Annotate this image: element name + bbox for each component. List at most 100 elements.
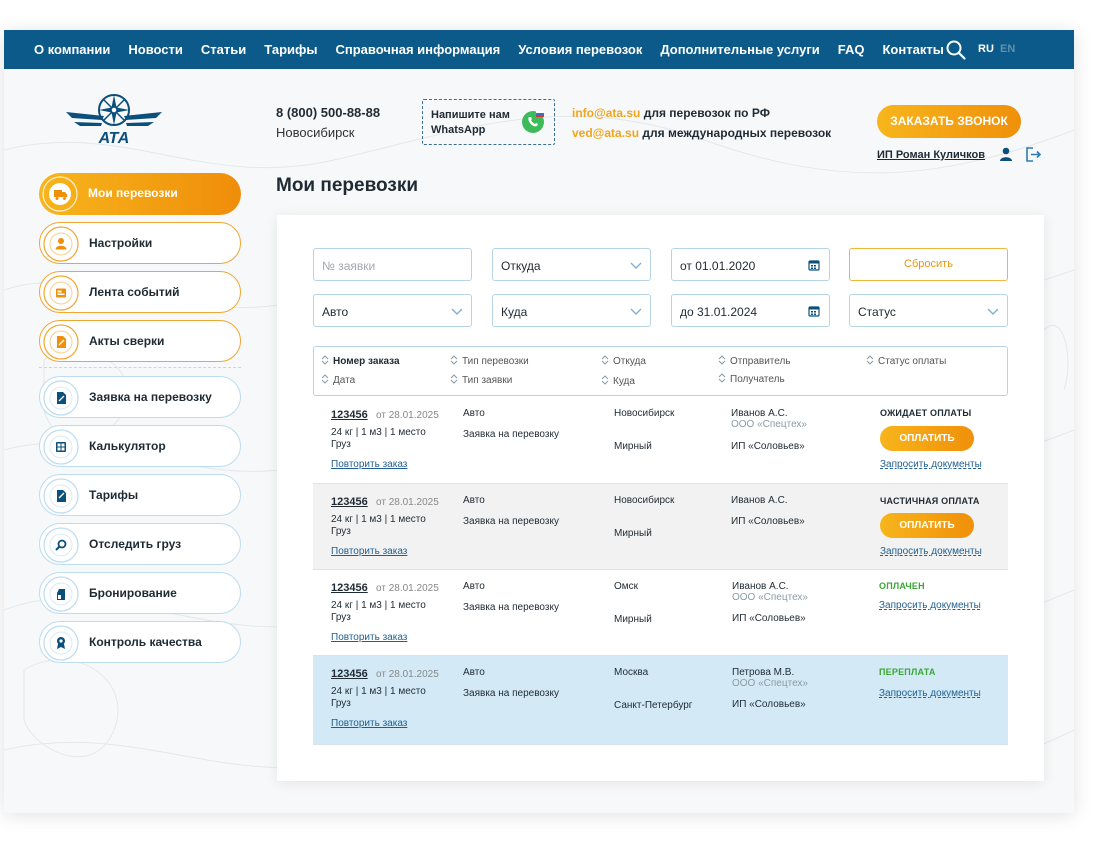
calendar-icon[interactable] (808, 259, 820, 271)
table-header: Номер заказа Дата Тип перевозки Тип заяв… (313, 346, 1008, 396)
sidebar-item-label: Отследить груз (89, 537, 182, 551)
sort-to[interactable]: Куда (601, 375, 635, 387)
table-row[interactable]: 123456 от 28.01.2025 24 кг | 1 м3 | 1 ме… (313, 570, 1008, 656)
transport-select[interactable]: Авто (313, 294, 472, 327)
nav-item-tariffs[interactable]: Тарифы (264, 42, 317, 57)
pay-button[interactable]: ОПЛАТИТЬ (880, 426, 974, 451)
whatsapp-text: Напишите нам WhatsApp (431, 109, 510, 136)
user-icon[interactable] (999, 147, 1013, 161)
nav-item-about[interactable]: О компании (34, 42, 110, 57)
email-ru-link[interactable]: info@ata.su (572, 106, 640, 120)
nav-item-reference[interactable]: Справочная информация (336, 42, 501, 57)
payment-status: ОЖИДАЕТ ОПЛАТЫ (880, 408, 972, 418)
order-number-link[interactable]: 123456 (331, 496, 368, 508)
nav-item-contacts[interactable]: Контакты (883, 42, 944, 57)
calendar-icon[interactable] (808, 305, 820, 317)
logout-icon[interactable] (1025, 147, 1041, 162)
city-label: Новосибирск (276, 125, 355, 140)
from-select-value: Откуда (501, 259, 541, 273)
to-city: Санкт-Петербург (614, 700, 693, 711)
sort-receiver[interactable]: Получатель (718, 373, 785, 385)
nav-item-faq[interactable]: FAQ (838, 42, 865, 57)
sort-icon (321, 374, 329, 384)
sidebar-item-tariffs[interactable]: Тарифы (39, 474, 241, 516)
cargo-type: Груз (331, 612, 351, 623)
track-icon (42, 526, 80, 564)
date-to-input[interactable]: до 31.01.2024 (671, 294, 830, 327)
transport-type: Авто (463, 495, 485, 506)
request-documents-link[interactable]: Запросить документы (879, 688, 981, 699)
payment-status: ПЕРЕПЛАТА (879, 667, 936, 677)
to-select[interactable]: Куда (492, 294, 651, 327)
sidebar-item-settings[interactable]: Настройки (39, 222, 241, 264)
status-select[interactable]: Статус (849, 294, 1008, 327)
sidebar-item-calculator[interactable]: Калькулятор (39, 425, 241, 467)
sidebar-item-event-feed[interactable]: Лента событий (39, 271, 241, 313)
search-icon[interactable] (946, 40, 966, 60)
sidebar-item-quality-control[interactable]: Контроль качества (39, 621, 241, 663)
nav-item-conditions[interactable]: Условия перевозок (518, 42, 642, 57)
repeat-order-link[interactable]: Повторить заказ (331, 459, 407, 470)
chevron-down-icon (630, 308, 642, 315)
order-number-input[interactable]: № заявки (313, 248, 472, 281)
sidebar-item-label: Калькулятор (89, 439, 166, 453)
sort-transport-type[interactable]: Тип перевозки (450, 355, 529, 367)
sort-from[interactable]: Откуда (601, 355, 646, 367)
header-date-label: Дата (333, 375, 356, 386)
user-name-link[interactable]: ИП Роман Куличков (877, 149, 985, 161)
sender-name: Иванов А.С. (732, 581, 789, 592)
header-payment-label: Статус оплаты (878, 356, 947, 367)
order-number-link[interactable]: 123456 (331, 668, 368, 680)
receiver-name: ИП «Соловьев» (731, 516, 805, 527)
sort-request-type[interactable]: Тип заявки (450, 374, 512, 386)
sidebar-item-booking[interactable]: Бронирование (39, 572, 241, 614)
repeat-order-link[interactable]: Повторить заказ (331, 546, 407, 557)
whatsapp-box[interactable]: Напишите нам WhatsApp (422, 99, 555, 145)
sidebar-item-shipment-request[interactable]: Заявка на перевозку (39, 376, 241, 418)
email-row-intl: ved@ata.su для международных перевозок (572, 126, 831, 140)
sort-icon (601, 355, 609, 365)
cargo-info: 24 кг | 1 м3 | 1 место (331, 514, 426, 525)
repeat-order-link[interactable]: Повторить заказ (331, 718, 407, 729)
sort-icon (450, 374, 458, 384)
order-number-link[interactable]: 123456 (331, 582, 368, 594)
from-select[interactable]: Откуда (492, 248, 651, 281)
nav-item-news[interactable]: Новости (128, 42, 183, 57)
sort-date[interactable]: Дата (321, 374, 355, 386)
table-row[interactable]: 123456 от 28.01.2025 24 кг | 1 м3 | 1 ме… (313, 484, 1008, 570)
chevron-down-icon (630, 262, 642, 269)
table-row[interactable]: 123456 от 28.01.2025 24 кг | 1 м3 | 1 ме… (313, 398, 1008, 484)
request-icon (42, 379, 80, 417)
request-documents-link[interactable]: Запросить документы (880, 546, 982, 557)
sidebar-item-reconciliation[interactable]: Акты сверки (39, 320, 241, 362)
request-type: Заявка на перевозку (463, 688, 559, 699)
sidebar-item-my-shipments[interactable]: Мои перевозки (39, 173, 241, 215)
request-documents-link[interactable]: Запросить документы (880, 459, 982, 470)
transport-type: Авто (463, 408, 485, 419)
reset-button[interactable]: Сбросить (849, 248, 1008, 281)
table-row[interactable]: 123456 от 28.01.2025 24 кг | 1 м3 | 1 ме… (313, 656, 1008, 745)
sort-icon (321, 355, 329, 365)
sender-org: ООО «Спецтех» (732, 592, 808, 603)
sender-name: Петрова М.В. (732, 667, 795, 678)
order-call-button[interactable]: ЗАКАЗАТЬ ЗВОНОК (877, 105, 1021, 138)
email-intl-link[interactable]: ved@ata.su (572, 126, 639, 140)
request-documents-link[interactable]: Запросить документы (879, 600, 981, 611)
sort-sender[interactable]: Отправитель (718, 355, 791, 367)
pay-button[interactable]: ОПЛАТИТЬ (880, 513, 974, 538)
sort-order-number[interactable]: Номер заказа (321, 355, 400, 367)
nav-item-articles[interactable]: Статьи (201, 42, 246, 57)
nav-item-services[interactable]: Дополнительные услуги (660, 42, 819, 57)
cargo-info: 24 кг | 1 м3 | 1 место (331, 600, 426, 611)
repeat-order-link[interactable]: Повторить заказ (331, 632, 407, 643)
ata-logo[interactable]: АТА (64, 92, 164, 146)
date-from-input[interactable]: от 01.01.2020 (671, 248, 830, 281)
order-number-link[interactable]: 123456 (331, 409, 368, 421)
phone-number[interactable]: 8 (800) 500-88-88 (276, 105, 380, 120)
order-date: от 28.01.2025 (376, 669, 439, 680)
payment-status: ОПЛАЧЕН (879, 581, 925, 591)
lang-ru-link[interactable]: RU (978, 43, 994, 55)
sidebar-item-track-cargo[interactable]: Отследить груз (39, 523, 241, 565)
sort-payment-status[interactable]: Статус оплаты (866, 355, 946, 367)
lang-en-link[interactable]: EN (1000, 43, 1015, 55)
